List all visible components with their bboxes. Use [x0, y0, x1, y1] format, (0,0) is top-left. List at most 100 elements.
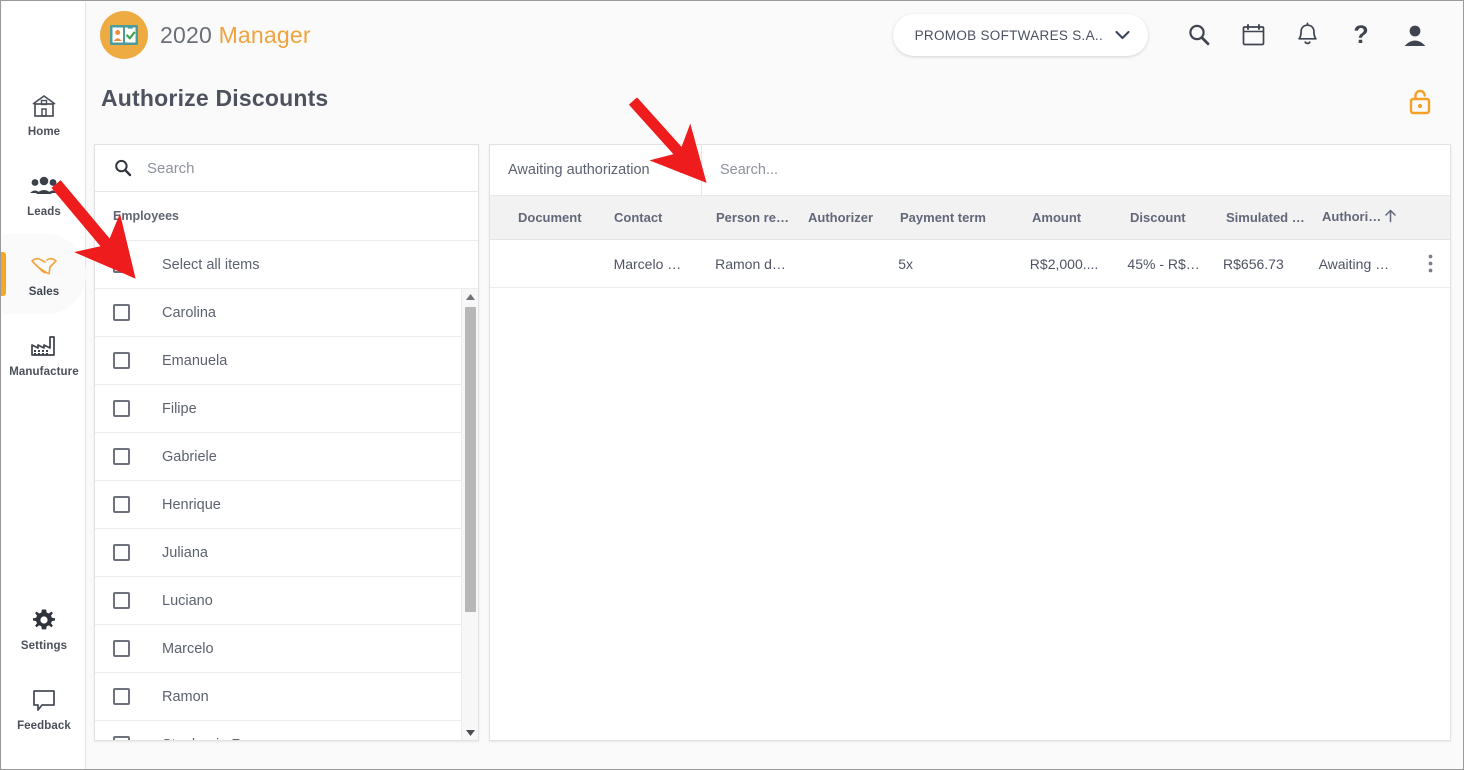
employee-list-item[interactable]: Luciano	[95, 577, 463, 625]
sidebar-item-home[interactable]: Home	[2, 74, 86, 154]
employee-list-item[interactable]: Filipe	[95, 385, 463, 433]
employee-name: Luciano	[162, 592, 213, 609]
column-header-person_re[interactable]: Person re…	[710, 210, 800, 225]
employee-list-item[interactable]: Henrique	[95, 481, 463, 529]
cell-simulated: R$656.73	[1223, 255, 1284, 272]
employee-name: Stephanie R	[162, 737, 242, 741]
search-icon	[113, 158, 133, 178]
sidebar-item-feedback[interactable]: Feedback	[2, 668, 86, 748]
sidebar-item-label: Leads	[27, 205, 61, 218]
employee-checkbox[interactable]	[113, 592, 130, 609]
column-header-payment_term[interactable]: Payment term	[894, 210, 992, 225]
discounts-panel: Awaiting authorization Document Contact Pe…	[489, 144, 1451, 741]
cell-authorization: Awaiting …	[1318, 255, 1390, 272]
sidebar-primary-group: Home Leads Sales Manufacture	[1, 2, 86, 394]
sidebar-item-settings[interactable]: Settings	[2, 588, 86, 668]
employee-checkbox[interactable]	[113, 496, 130, 513]
employee-checkbox[interactable]	[113, 352, 130, 369]
svg-text:?: ?	[1353, 21, 1368, 49]
sidebar-item-leads[interactable]: Leads	[2, 154, 86, 234]
discounts-search-row	[702, 145, 1450, 195]
unlocked-padlock-icon[interactable]	[1407, 87, 1433, 122]
employee-checkbox[interactable]	[113, 304, 130, 321]
employee-list-item[interactable]: Juliana	[95, 529, 463, 577]
employees-list-inner: Carolina Emanuela Filipe Gabriele Henrique Ju…	[95, 289, 463, 741]
brand-name-part2: Manager	[218, 21, 311, 48]
manager-badge-icon	[100, 11, 148, 59]
discounts-table-header: Document Contact Person re… Authorizer Payme…	[490, 196, 1450, 240]
help-icon[interactable]: ?	[1334, 11, 1388, 59]
select-all-checkbox[interactable]	[113, 256, 130, 273]
employees-search-row	[95, 145, 478, 192]
search-icon[interactable]	[1172, 11, 1226, 59]
discounts-search-input[interactable]	[720, 162, 1432, 178]
left-sidebar: Home Leads Sales Manufacture Settings Fe…	[1, 2, 86, 769]
gear-icon	[30, 605, 58, 635]
employee-checkbox[interactable]	[113, 400, 130, 417]
scroll-down-arrow-icon[interactable]	[462, 725, 478, 740]
header-actions: PROMOB SOFTWARES S.A.. ?	[892, 11, 1463, 59]
employee-checkbox[interactable]	[113, 688, 130, 705]
user-avatar-icon[interactable]	[1388, 11, 1442, 59]
sidebar-item-manufacture[interactable]: Manufacture	[2, 314, 86, 394]
sidebar-item-sales[interactable]: Sales	[1, 234, 86, 314]
calendar-icon[interactable]	[1226, 11, 1280, 59]
employee-list-item[interactable]: Stephanie R	[95, 721, 463, 741]
org-selector-label: PROMOB SOFTWARES S.A..	[914, 27, 1103, 43]
cell-discount: 45% - R$…	[1127, 255, 1200, 272]
employee-checkbox[interactable]	[113, 640, 130, 657]
employee-name: Henrique	[162, 496, 221, 513]
employee-checkbox[interactable]	[113, 544, 130, 561]
org-selector[interactable]: PROMOB SOFTWARES S.A..	[892, 14, 1148, 56]
bell-icon[interactable]	[1280, 11, 1334, 59]
employee-name: Gabriele	[162, 448, 217, 465]
column-header-authorization[interactable]: Authori…	[1316, 209, 1414, 226]
factory-icon	[29, 331, 59, 361]
employee-name: Filipe	[162, 400, 197, 417]
scroll-up-arrow-icon[interactable]	[462, 289, 478, 305]
column-header-document[interactable]: Document	[512, 210, 604, 225]
column-header-authorizer[interactable]: Authorizer	[802, 210, 894, 225]
employee-name: Ramon	[162, 688, 209, 705]
sidebar-secondary-group: Settings Feedback	[2, 588, 86, 769]
column-header-discount[interactable]: Discount	[1124, 210, 1210, 225]
brand-text: 2020 Manager	[160, 22, 311, 49]
chat-bubble-icon	[29, 685, 59, 715]
employee-list-item[interactable]: Emanuela	[95, 337, 463, 385]
employee-list-item[interactable]: Ramon	[95, 673, 463, 721]
cell-payment_term: 5x	[898, 255, 914, 272]
discounts-table-body: Marcelo … Ramon d… 5x R$2,000.... 45% - R$… R…	[490, 240, 1450, 288]
employee-list-item[interactable]: Marcelo	[95, 625, 463, 673]
employees-list: Carolina Emanuela Filipe Gabriele Henrique Ju…	[95, 289, 478, 741]
sidebar-item-label: Feedback	[17, 719, 71, 732]
discounts-toolbar: Awaiting authorization	[490, 145, 1450, 196]
status-filter-value: Awaiting authorization	[508, 162, 650, 178]
employees-list-scrollbar[interactable]	[461, 289, 478, 740]
employee-list-item[interactable]: Gabriele	[95, 433, 463, 481]
table-row[interactable]: Marcelo … Ramon d… 5x R$2,000.... 45% - R$… R…	[490, 240, 1450, 288]
status-filter-dropdown[interactable]: Awaiting authorization	[490, 145, 702, 195]
employee-checkbox[interactable]	[113, 448, 130, 465]
select-all-row[interactable]: Select all items	[95, 241, 478, 289]
employee-list-item[interactable]: Carolina	[95, 289, 463, 337]
cell-amount: R$2,000....	[1029, 255, 1099, 272]
employees-group-label: Employees	[113, 209, 180, 223]
employees-search-input[interactable]	[147, 159, 460, 177]
cell-person_re: Ramon d…	[715, 255, 786, 272]
employees-panel: Employees Select all items Carolina Emanu…	[94, 144, 479, 741]
scrollbar-thumb[interactable]	[465, 307, 476, 612]
sidebar-item-label: Sales	[28, 285, 60, 298]
app-window: Home Leads Sales Manufacture Settings Fe…	[0, 0, 1464, 770]
page-title: Authorize Discounts	[101, 85, 329, 111]
employees-group-header: Employees	[95, 192, 478, 241]
sidebar-item-label: Home	[27, 125, 61, 138]
app-logo[interactable]: 2020 Manager	[100, 11, 311, 59]
column-header-contact[interactable]: Contact	[608, 210, 700, 225]
employee-name: Emanuela	[162, 352, 228, 369]
cell-contact: Marcelo …	[613, 255, 682, 272]
employee-checkbox[interactable]	[113, 736, 130, 740]
column-header-amount[interactable]: Amount	[1026, 210, 1108, 225]
row-overflow-menu-icon[interactable]	[1410, 254, 1450, 273]
sidebar-item-label: Settings	[20, 639, 68, 652]
column-header-simulated[interactable]: Simulated …	[1220, 210, 1312, 225]
